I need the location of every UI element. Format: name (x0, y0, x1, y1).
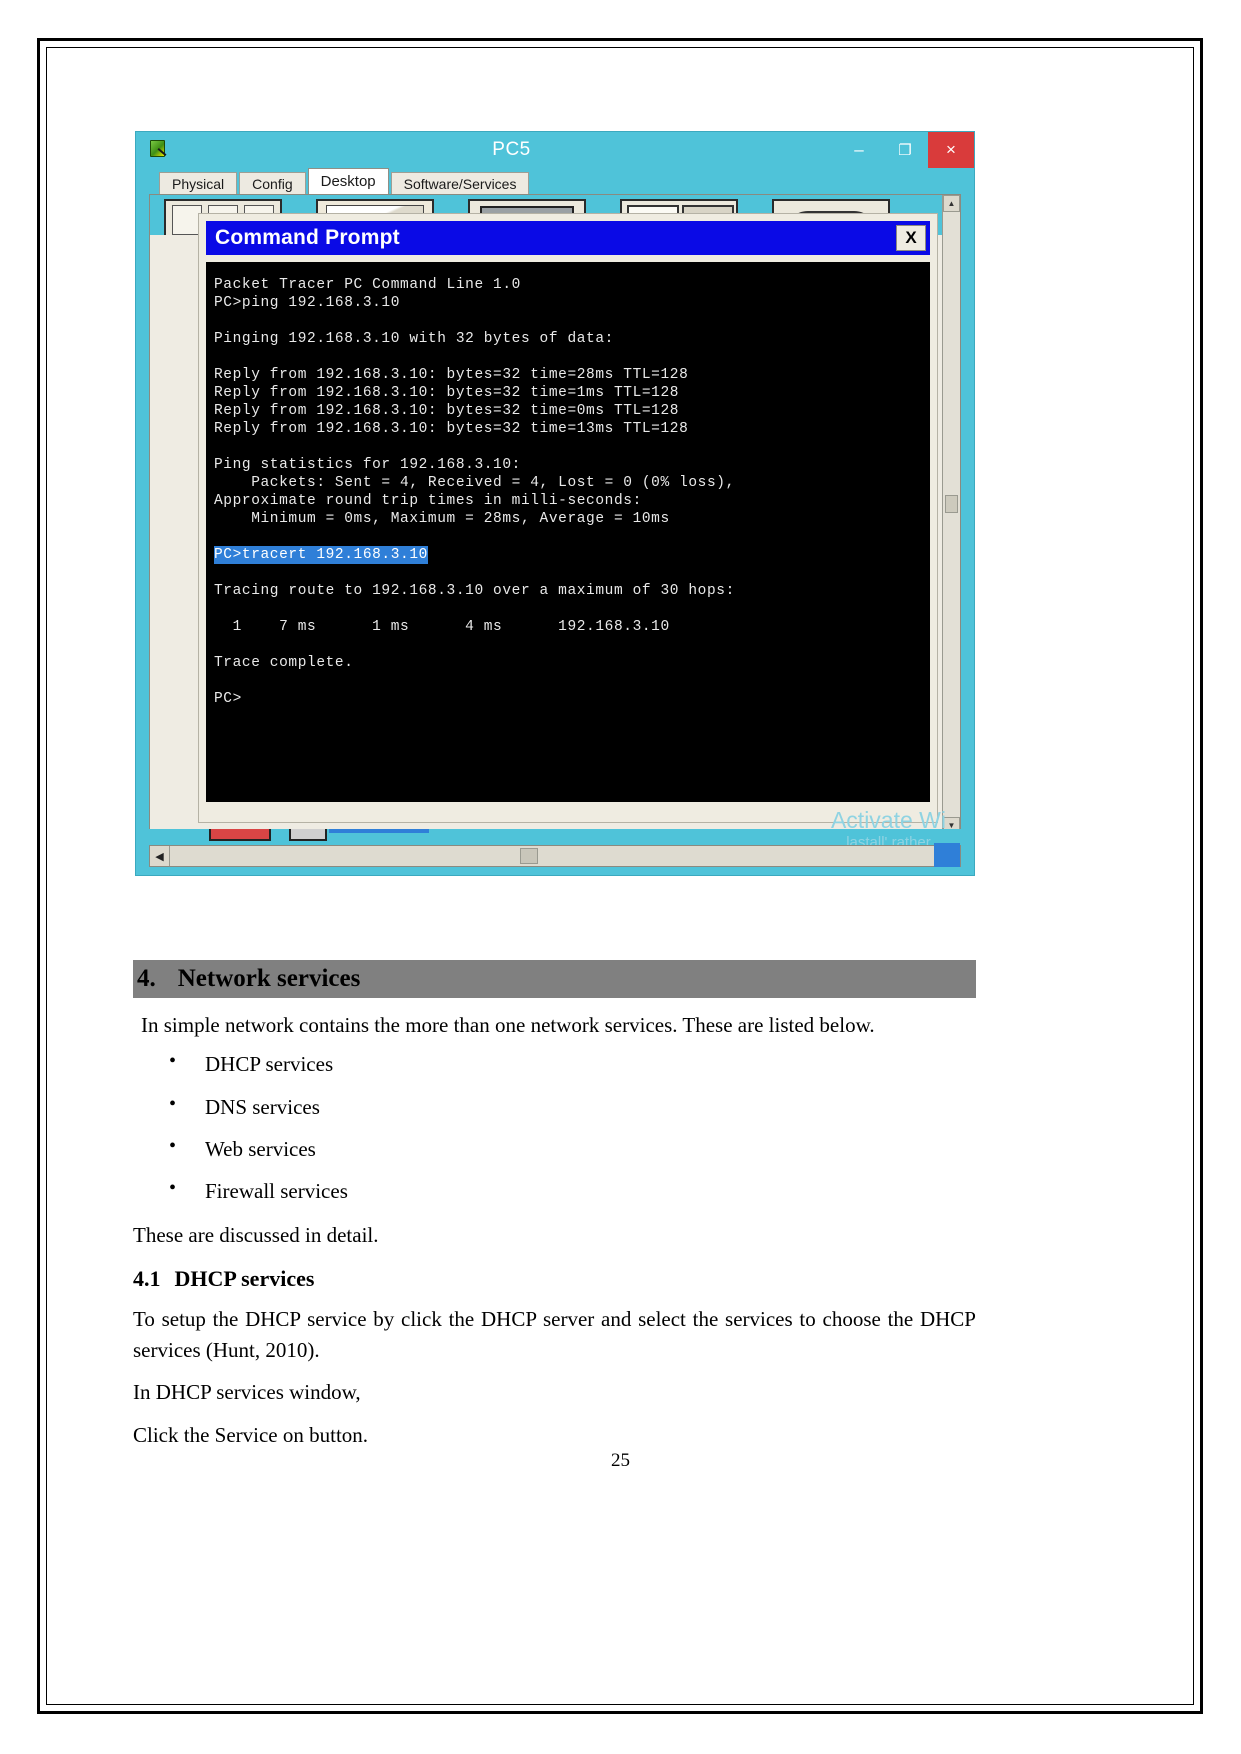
command-prompt-title-bar: Command Prompt X (206, 221, 930, 255)
terminal-line: Pinging 192.168.3.10 with 32 bytes of da… (214, 331, 614, 347)
horizontal-scroll-thumb[interactable] (520, 848, 538, 864)
command-prompt-title: Command Prompt (215, 226, 400, 249)
terminal-line: Tracing route to 192.168.3.10 over a max… (214, 583, 745, 599)
dhcp-window-line: In DHCP services window, (133, 1380, 361, 1405)
horizontal-scrollbar[interactable]: ◀ ▶ (149, 845, 961, 867)
terminal-line: Packets: Sent = 4, Received = 4, Lost = … (214, 475, 735, 491)
subsection-number: 4.1 (133, 1266, 161, 1292)
packet-tracer-icon (147, 139, 169, 161)
terminal-line: Approximate round trip times in milli-se… (214, 493, 642, 509)
command-prompt-close-button[interactable]: X (896, 225, 926, 251)
section-heading: 4. Network services (133, 960, 976, 998)
tab-physical[interactable]: Physical (159, 172, 238, 194)
tab-software-services[interactable]: Software/Services (390, 172, 530, 194)
section-number: 4. (137, 965, 156, 992)
list-item: DNS services (133, 1091, 976, 1121)
terminal-line: Reply from 192.168.3.10: bytes=32 time=0… (214, 403, 680, 419)
scroll-up-arrow-icon[interactable]: ▲ (943, 195, 960, 212)
dhcp-body-paragraph: To setup the DHCP service by click the D… (133, 1307, 976, 1362)
desktop-lower-icon-strip (149, 829, 961, 843)
services-list: DHCP services DNS services Web services Fir… (133, 1048, 976, 1205)
close-button[interactable]: × (928, 132, 974, 168)
document-body: 4. Network services In simple network co… (133, 960, 976, 1450)
minimize-button[interactable]: – (836, 132, 882, 168)
desktop-panel: Command Prompt X Packet Tracer PC Comman… (149, 194, 961, 835)
window-resize-grip[interactable] (934, 843, 960, 867)
scroll-left-arrow-icon[interactable]: ◀ (150, 846, 170, 866)
section-title: Network services (177, 965, 361, 992)
terminal-line: Reply from 192.168.3.10: bytes=32 time=1… (214, 385, 680, 401)
list-item: Firewall services (133, 1175, 976, 1205)
terminal-line: Reply from 192.168.3.10: bytes=32 time=1… (214, 421, 689, 437)
terminal-line-selected: PC>tracert 192.168.3.10 (214, 546, 428, 564)
subsection-heading: 4.1 DHCP services (133, 1266, 976, 1292)
page-number: 25 (611, 1450, 630, 1471)
tab-desktop[interactable]: Desktop (307, 168, 389, 194)
command-prompt-window: Command Prompt X Packet Tracer PC Comman… (198, 213, 938, 823)
after-bullets-paragraph: These are discussed in detail. (133, 1222, 379, 1247)
terminal-line: Ping statistics for 192.168.3.10: (214, 457, 521, 473)
terminal-line: PC>ping 192.168.3.10 (214, 295, 401, 311)
list-item: Web services (133, 1133, 976, 1163)
terminal-line: Reply from 192.168.3.10: bytes=32 time=2… (214, 367, 689, 383)
subsection-title: DHCP services (174, 1266, 315, 1292)
terminal-line: 1 7 ms 1 ms 4 ms 192.168.3.10 (214, 619, 670, 635)
intro-paragraph: In simple network contains the more than… (141, 1013, 875, 1037)
terminal-line: Trace complete. (214, 655, 354, 671)
service-on-line: Click the Service on button. (133, 1422, 369, 1447)
window-title: PC5 (492, 139, 531, 160)
terminal-line: PC> (214, 691, 242, 707)
list-item: DHCP services (133, 1048, 976, 1078)
terminal-output[interactable]: Packet Tracer PC Command Line 1.0 PC>ping… (206, 262, 930, 802)
terminal-line: Minimum = 0ms, Maximum = 28ms, Average =… (214, 511, 670, 527)
desktop-vertical-scrollbar[interactable]: ▲ ▼ (942, 195, 960, 834)
tab-strip: Physical Config Desktop Software/Service… (138, 168, 972, 194)
tab-config[interactable]: Config (239, 172, 306, 194)
packet-tracer-window: PC5 – ❐ × Physical Config Desktop Softwa… (135, 131, 975, 876)
window-controls: – ❐ × (836, 132, 974, 168)
maximize-button[interactable]: ❐ (882, 132, 928, 168)
terminal-line: Packet Tracer PC Command Line 1.0 (214, 277, 521, 293)
terminal-line: PC>tracert 192.168.3.10 (214, 546, 930, 564)
window-title-bar: PC5 – ❐ × (136, 132, 974, 168)
vertical-scroll-thumb[interactable] (945, 495, 958, 513)
